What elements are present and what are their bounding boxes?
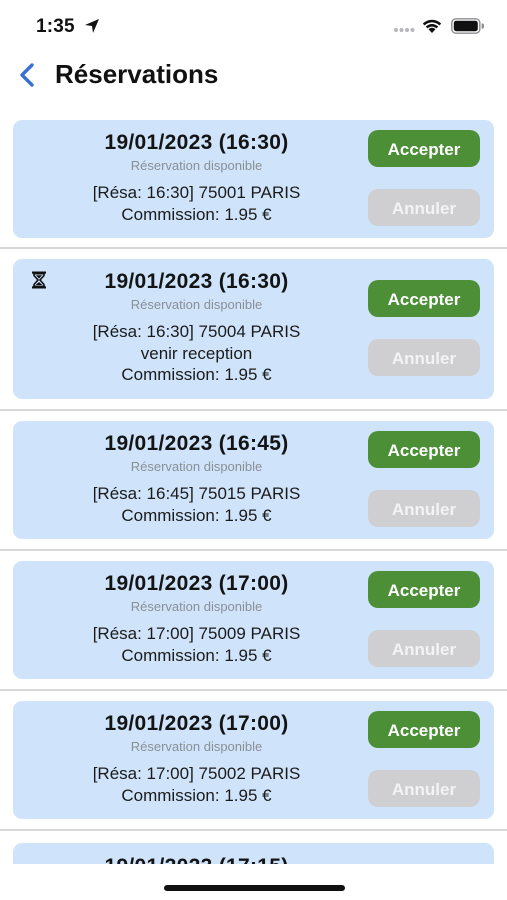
page-title: Réservations [55, 59, 219, 89]
reservation-details: [Résa: 17:00] 75009 PARIS [92, 624, 301, 643]
reservation-card: 19/01/2023 (17:00) Réservation disponibl… [13, 561, 494, 679]
reservation-date: 19/01/2023 (16:45) [104, 432, 289, 455]
reservation-card: 19/01/2023 (16:45) Réservation disponibl… [13, 421, 494, 539]
reservation-status: Réservation disponible [130, 158, 263, 173]
back-chevron-icon[interactable] [17, 62, 37, 88]
list-item: 19/01/2023 (16:45) Réservation disponibl… [0, 411, 507, 551]
reservation-date: 19/01/2023 (17:00) [104, 712, 289, 735]
reservation-commission: Commission: 1.95 € [121, 506, 272, 525]
cancel-button[interactable]: Annuler [368, 490, 480, 527]
cancel-button[interactable]: Annuler [368, 630, 480, 667]
reservation-card: 19/01/2023 (16:30) Réservation disponibl… [13, 120, 494, 238]
list-item: 19/01/2023 (17:00) Réservation disponibl… [0, 551, 507, 691]
reservation-status: Réservation disponible [130, 459, 263, 474]
signal-dots-icon [394, 28, 415, 32]
location-arrow-icon [85, 19, 99, 33]
reservation-commission: Commission: 1.95 € [121, 646, 272, 665]
accept-button[interactable]: Accepter [368, 711, 480, 748]
reservation-date: 19/01/2023 (16:30) [104, 131, 289, 154]
list-item: 19/01/2023 (16:30) Réservation disponibl… [0, 120, 507, 249]
reservation-date: 19/01/2023 (16:30) [104, 270, 289, 293]
reservations-screen: 1:35 Réservations 19/01/2023 (16:30) Rés… [0, 0, 507, 900]
reservation-status: Réservation disponible [130, 297, 263, 312]
reservation-list[interactable]: 19/01/2023 (16:30) Réservation disponibl… [0, 120, 507, 865]
cancel-button[interactable]: Annuler [368, 770, 480, 807]
reservation-status: Réservation disponible [130, 739, 263, 754]
status-time: 1:35 [36, 16, 75, 37]
reservation-details: [Résa: 16:30] 75001 PARIS [92, 183, 301, 202]
battery-icon [451, 18, 484, 34]
reservation-note: venir reception [140, 344, 253, 363]
reservation-commission: Commission: 1.95 € [121, 786, 272, 805]
accept-button[interactable]: Accepter [368, 280, 480, 317]
reservation-card: 19/01/2023 (16:30) Réservation disponibl… [13, 259, 494, 399]
reservation-status: Réservation disponible [130, 599, 263, 614]
list-item: 19/01/2023 (17:00) Réservation disponibl… [0, 691, 507, 831]
reservation-details: [Résa: 16:30] 75004 PARIS [92, 322, 301, 341]
reservation-details: [Résa: 17:00] 75002 PARIS [92, 764, 301, 783]
list-item: 19/01/2023 (16:30) Réservation disponibl… [0, 249, 507, 411]
accept-button[interactable]: Accepter [368, 431, 480, 468]
bottom-safe-area [0, 864, 507, 900]
navigation-bar: Réservations [0, 52, 507, 104]
reservation-commission: Commission: 1.95 € [121, 365, 272, 384]
cancel-button[interactable]: Annuler [368, 189, 480, 226]
status-bar: 1:35 [0, 0, 507, 52]
cancel-button[interactable]: Annuler [368, 339, 480, 376]
reservation-details: [Résa: 16:45] 75015 PARIS [92, 484, 301, 503]
accept-button[interactable]: Accepter [368, 130, 480, 167]
reservation-card: 19/01/2023 (17:00) Réservation disponibl… [13, 701, 494, 819]
accept-button[interactable]: Accepter [368, 571, 480, 608]
reservation-commission: Commission: 1.95 € [121, 205, 272, 224]
wifi-icon [422, 19, 442, 33]
reservation-date: 19/01/2023 (17:00) [104, 572, 289, 595]
home-indicator[interactable] [164, 885, 345, 891]
